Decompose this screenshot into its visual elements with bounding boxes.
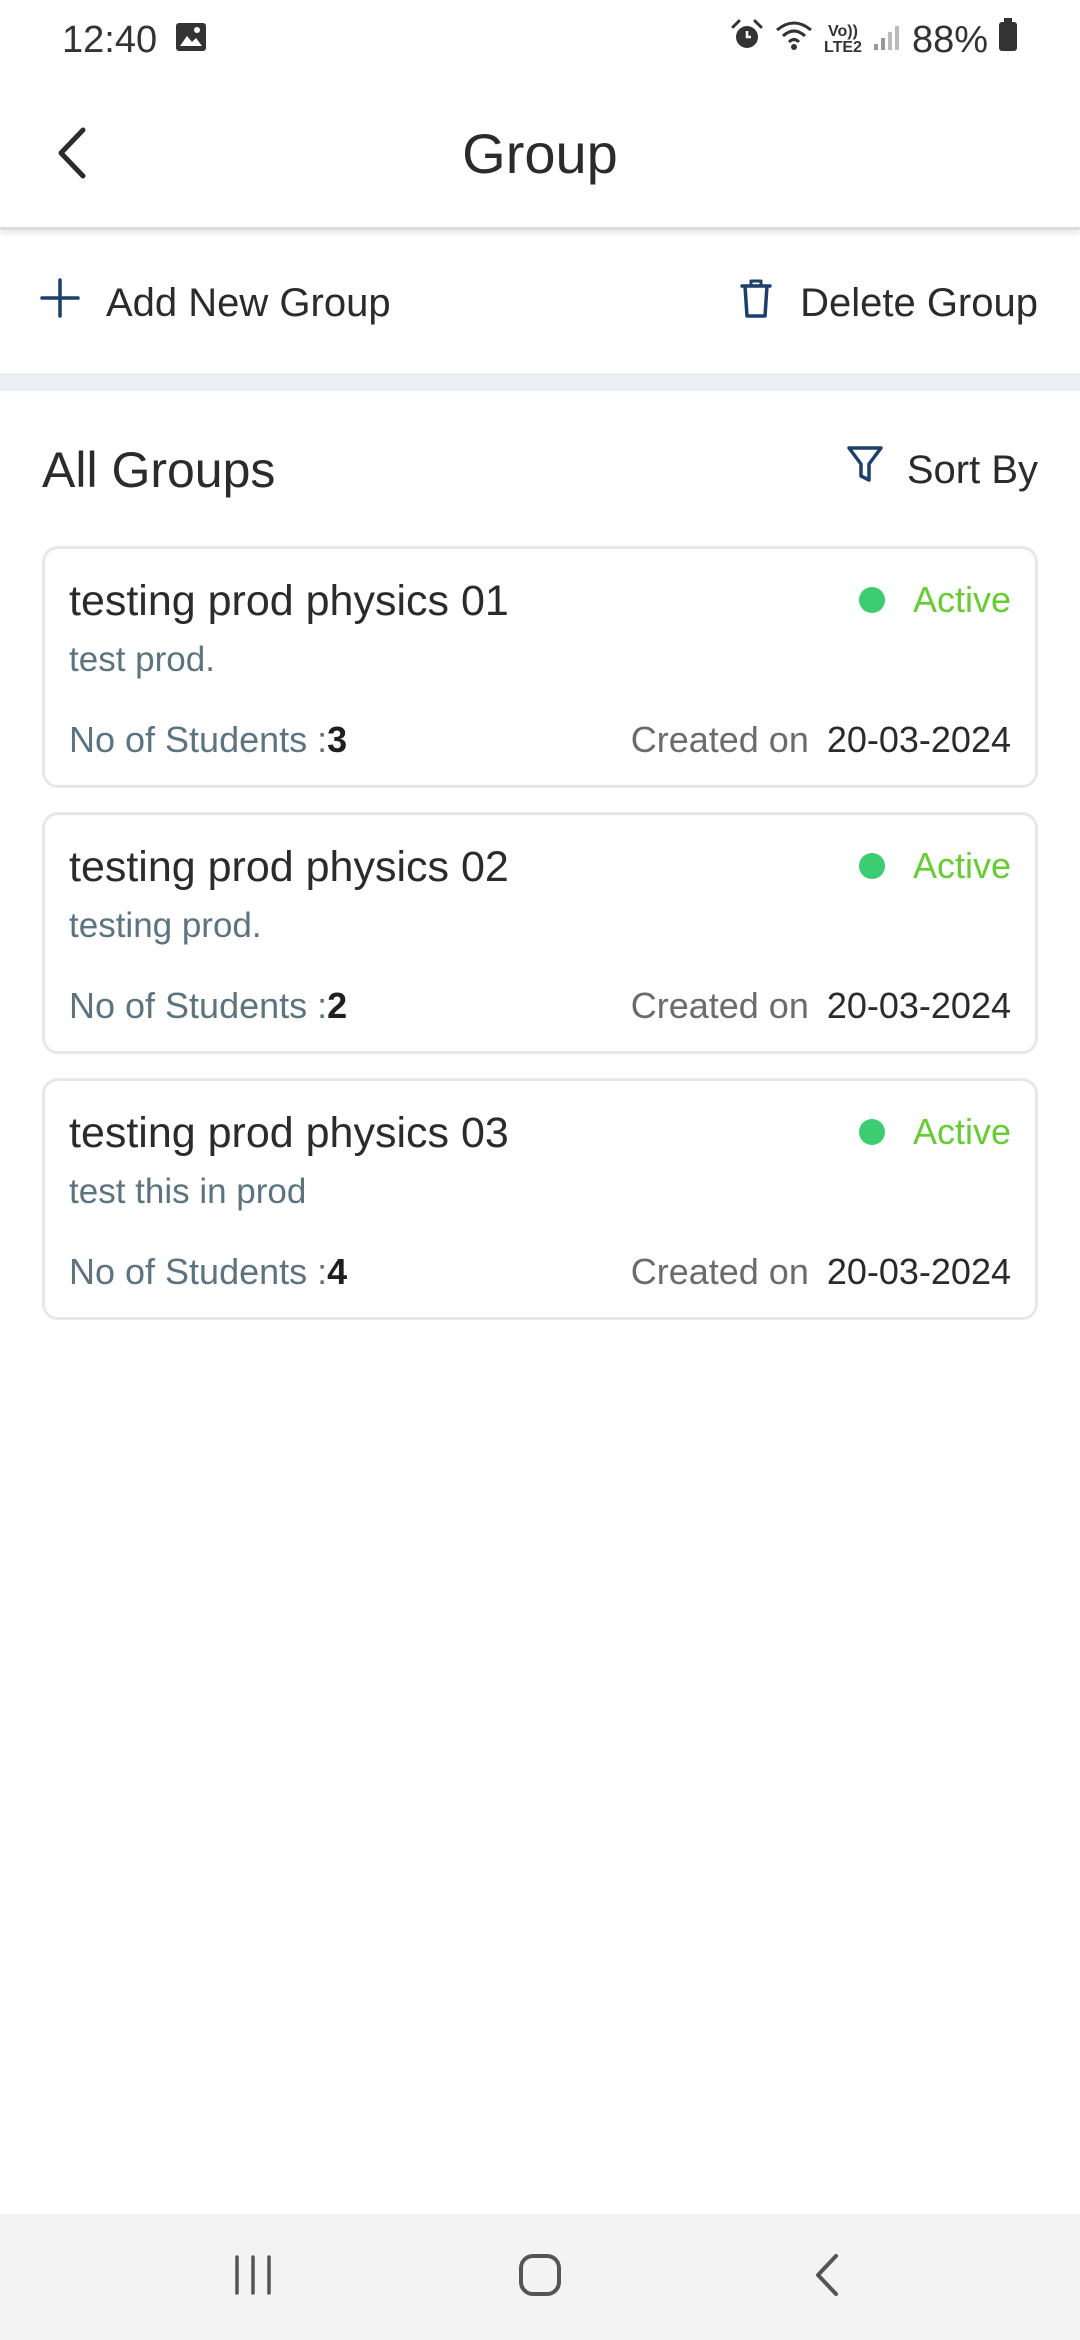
students-count: 4 [327,1251,348,1292]
group-meta: No of Students :4 Created on 20-03-2024 [69,1251,1011,1293]
status-badge: Active [858,1111,1011,1153]
created-label: Created on [630,719,809,760]
status-text: Active [912,1111,1011,1152]
status-left: 12:40 [62,19,207,62]
created-info: Created on 20-03-2024 [631,719,1011,761]
back-icon [812,2252,842,2303]
students-label: No of Students : [69,1251,328,1292]
group-card[interactable]: testing prod physics 03 test this in pro… [42,1078,1038,1320]
created-info: Created on 20-03-2024 [631,1251,1011,1293]
alarm-icon [730,18,764,62]
battery-icon [998,18,1018,62]
back-button[interactable] [36,120,106,190]
group-actions: Add New Group Delete Group [0,233,1080,373]
status-time: 12:40 [62,18,158,61]
created-date: 20-03-2024 [826,719,1011,760]
group-card[interactable]: testing prod physics 02 testing prod. Ac… [42,812,1038,1054]
add-new-group-button[interactable]: Add New Group [38,276,391,330]
sort-by-label: Sort By [906,447,1038,492]
student-count: No of Students :2 [69,985,347,1027]
signal-icon [872,19,902,62]
section-divider [0,373,1080,391]
student-count: No of Students :4 [69,1251,347,1293]
created-info: Created on 20-03-2024 [631,985,1011,1027]
chevron-left-icon [51,126,91,185]
section-header: All Groups Sort By [0,430,1080,510]
student-count: No of Students :3 [69,719,347,761]
status-text: Active [912,845,1011,886]
status-badge: Active [858,845,1011,887]
nav-back-button[interactable] [767,2232,887,2322]
add-new-group-label: Add New Group [106,280,391,325]
group-description: test prod. [69,640,215,679]
created-date: 20-03-2024 [826,985,1011,1026]
students-label: No of Students : [69,985,328,1026]
system-nav-bar [0,2214,1080,2340]
group-list: testing prod physics 01 test prod. Activ… [42,546,1038,1344]
group-meta: No of Students :3 Created on 20-03-2024 [69,719,1011,761]
battery-percent: 88% [911,18,988,61]
delete-group-button[interactable]: Delete Group [736,276,1038,330]
nav-recents-button[interactable] [193,2232,313,2322]
app-bar: Group [0,80,1080,230]
filter-icon [845,444,885,496]
wifi-icon [774,18,814,62]
sort-by-button[interactable]: Sort By [845,444,1038,496]
created-date: 20-03-2024 [826,1251,1011,1292]
group-meta: No of Students :2 Created on 20-03-2024 [69,985,1011,1027]
page-title: Group [462,122,618,185]
plus-icon [38,276,82,330]
status-bar: 12:40 Vo)) LTE2 88% [0,0,1080,80]
group-description: test this in prod [69,1172,307,1211]
home-icon [517,2252,563,2303]
status-dot-icon [858,587,885,613]
trash-icon [736,276,776,330]
recents-icon [231,2253,275,2302]
created-label: Created on [630,985,809,1026]
network-type: Vo)) LTE2 [824,23,862,56]
students-label: No of Students : [69,719,328,760]
students-count: 2 [327,985,348,1026]
status-dot-icon [858,1119,885,1145]
group-description: testing prod. [69,906,262,945]
group-card[interactable]: testing prod physics 01 test prod. Activ… [42,546,1038,788]
image-icon [175,19,207,62]
created-label: Created on [630,1251,809,1292]
status-dot-icon [858,853,885,879]
delete-group-label: Delete Group [800,280,1038,325]
section-title: All Groups [42,442,276,498]
students-count: 3 [327,719,348,760]
status-right: Vo)) LTE2 88% [730,18,1018,62]
status-badge: Active [858,579,1011,621]
status-text: Active [912,579,1011,620]
nav-home-button[interactable] [480,2232,600,2322]
